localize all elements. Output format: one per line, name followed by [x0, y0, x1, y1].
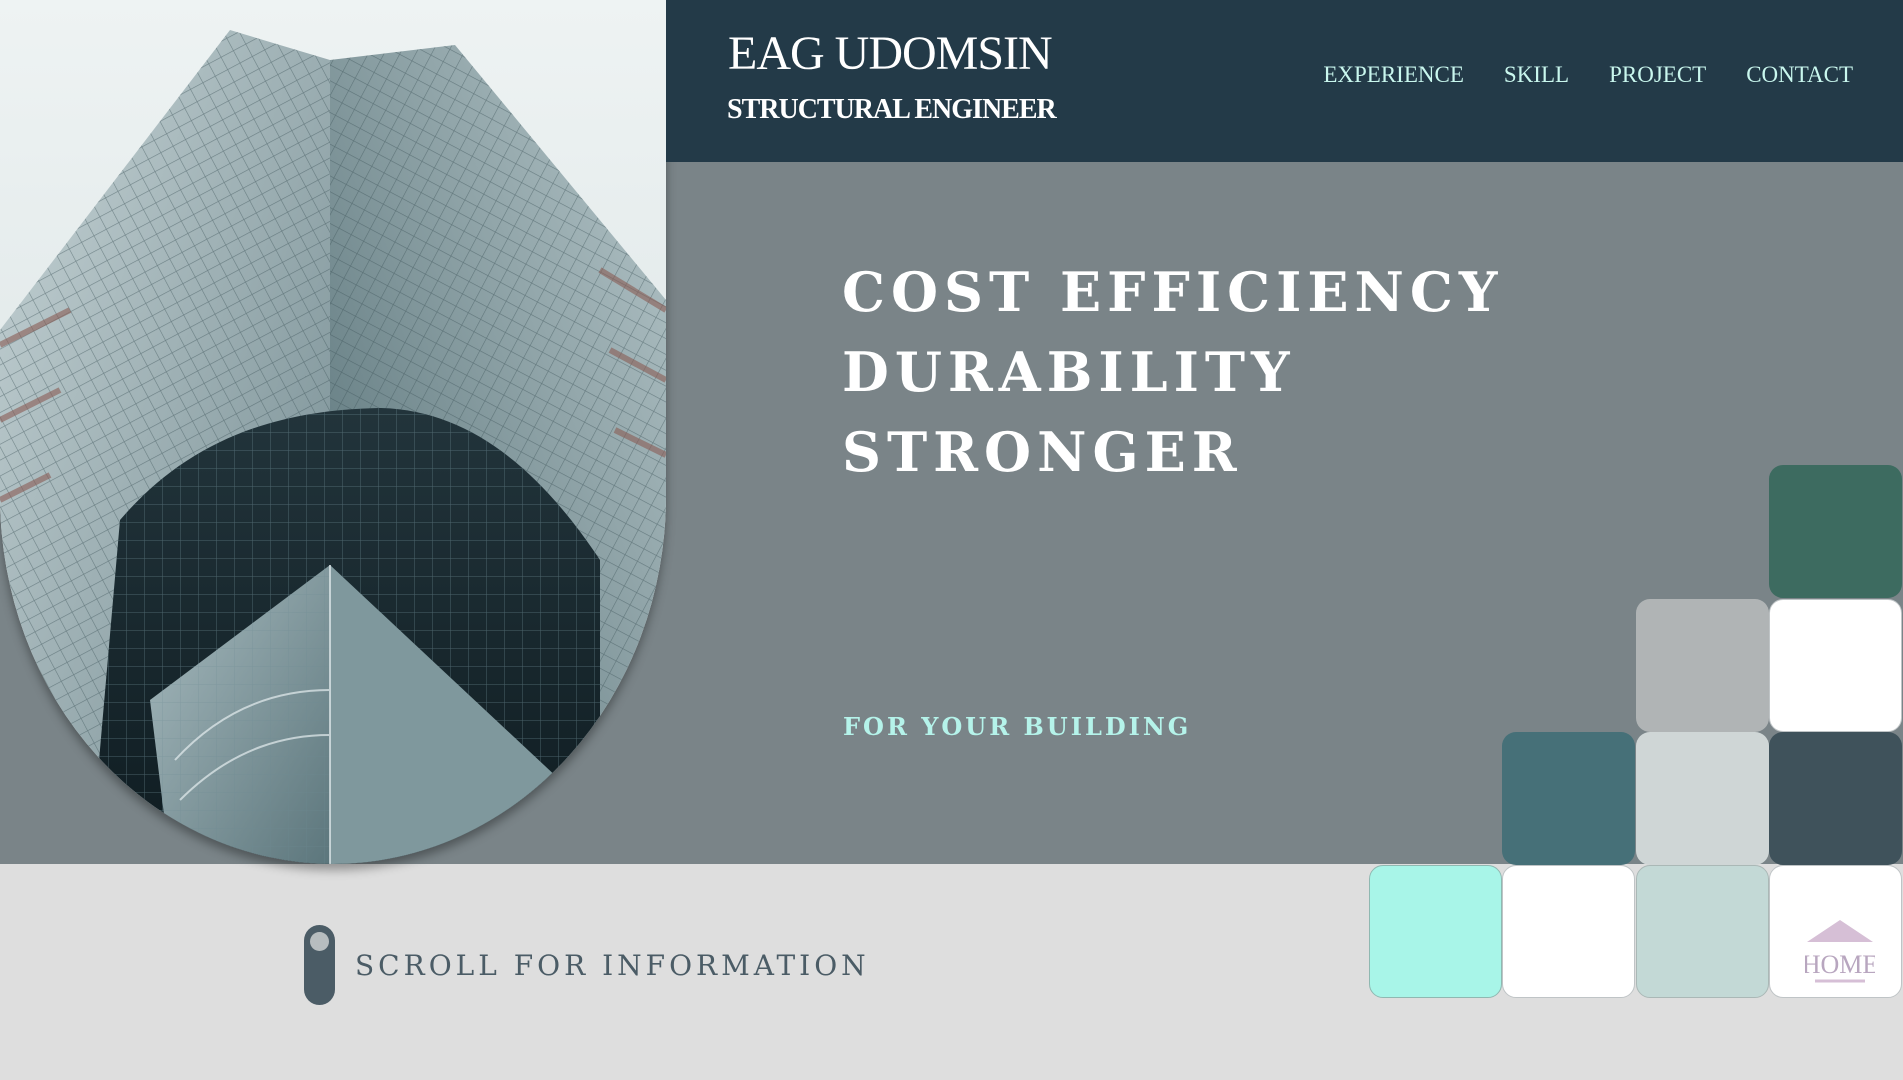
deco-tile [1769, 732, 1902, 865]
skyscraper-photo [0, 0, 666, 864]
headline-line-2: DURABILITY [842, 340, 1296, 404]
deco-tile [1636, 732, 1769, 865]
scroll-mouse-icon [304, 925, 335, 1005]
deco-tile [1769, 599, 1902, 732]
nav-experience[interactable]: EXPERIENCE [1323, 62, 1464, 88]
nav-project[interactable]: PROJECT [1609, 62, 1706, 88]
headline-line-3: STRONGER [842, 420, 1243, 484]
deco-tile [1769, 465, 1902, 598]
home-label: HOME [1805, 950, 1875, 979]
home-roof-icon[interactable]: HOME [1805, 918, 1875, 986]
site-header: EAG UDOMSIN STRUCTURAL ENGINEER EXPERIEN… [666, 0, 1903, 162]
hero-headline: COST EFFICIENCY DURABILITY STRONGER [842, 252, 1503, 492]
nav-skill[interactable]: SKILL [1504, 62, 1569, 88]
headline-line-1: COST EFFICIENCY [842, 260, 1504, 324]
scroll-hint[interactable]: SCROLL FOR INFORMATION [304, 925, 870, 1005]
main-nav: EXPERIENCE SKILL PROJECT CONTACT [1323, 62, 1853, 88]
hero-tagline: FOR YOUR BUILDING [843, 712, 1192, 741]
brand-role: STRUCTURAL ENGINEER [727, 94, 1057, 125]
deco-tile [1636, 865, 1769, 998]
deco-tile [1636, 599, 1769, 732]
nav-contact[interactable]: CONTACT [1746, 62, 1853, 88]
hero-image [0, 0, 666, 864]
brand-name[interactable]: EAG UDOMSIN [728, 26, 1053, 81]
deco-tile [1369, 865, 1502, 998]
scroll-label: SCROLL FOR INFORMATION [355, 948, 870, 982]
deco-tile [1502, 732, 1635, 865]
scroll-wheel-dot [310, 932, 329, 951]
deco-tile [1502, 865, 1635, 998]
